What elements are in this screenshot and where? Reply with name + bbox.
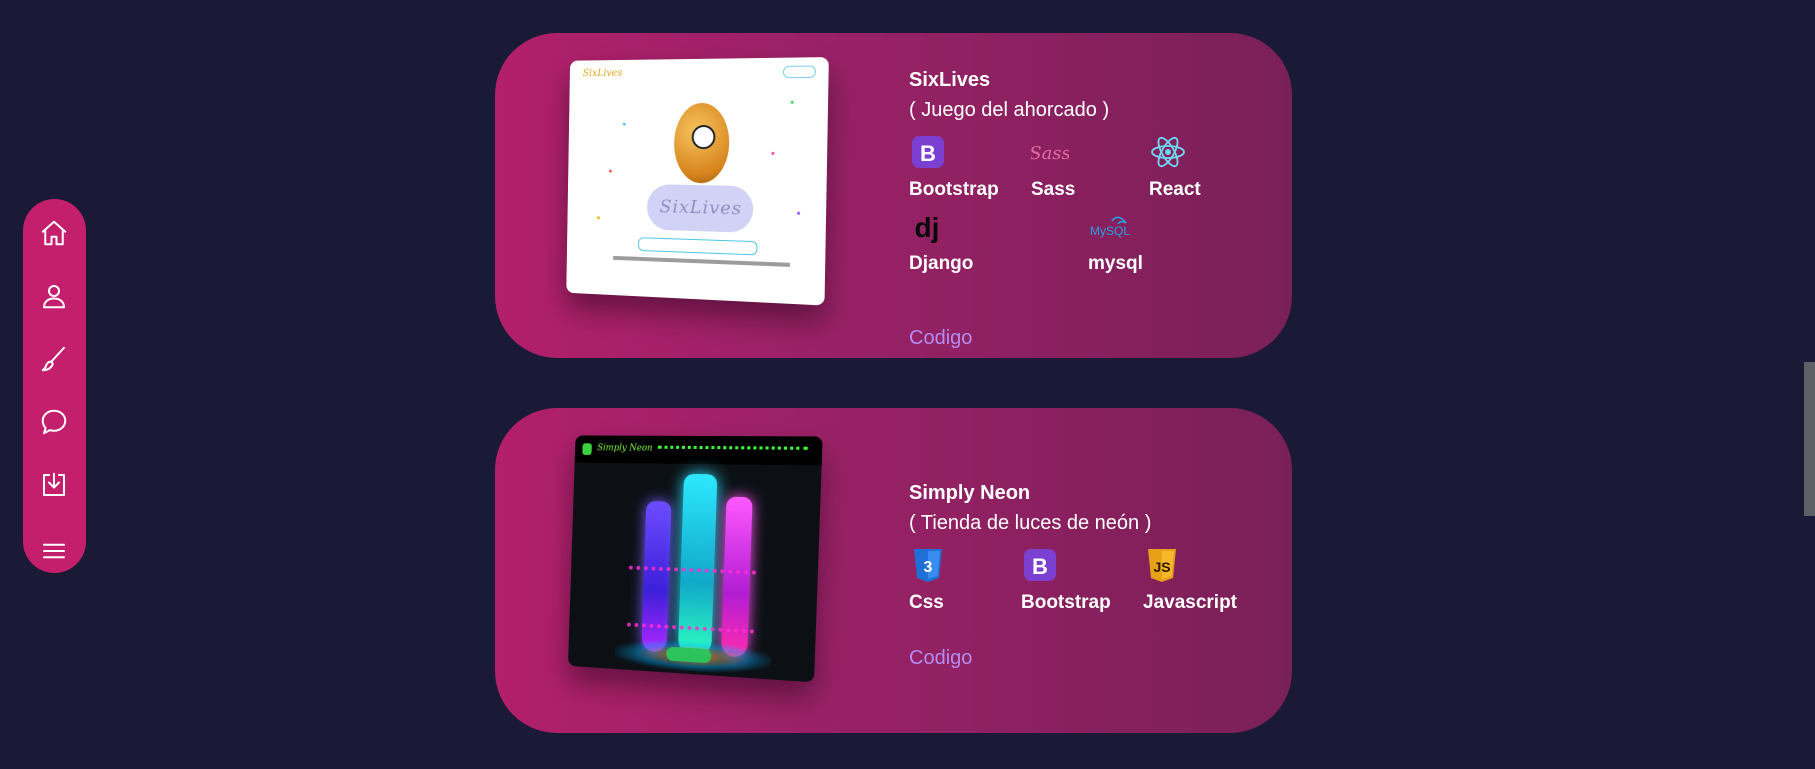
tech-stack: 3 Css B Bootstrap JS Javascript xyxy=(909,546,1289,626)
code-link[interactable]: Codigo xyxy=(909,647,972,670)
tech-item: MySQL mysql xyxy=(1088,207,1208,281)
svg-text:B: B xyxy=(1032,554,1048,579)
bootstrap-icon: B xyxy=(1024,549,1056,581)
preview-register-button xyxy=(666,646,712,664)
tech-stack: B Bootstrap Sass Sass React dj Django My… xyxy=(909,133,1289,283)
preview-nav-links xyxy=(657,445,808,453)
project-card: Simply Neon Simply Neon ( Tienda de luce… xyxy=(495,408,1292,733)
confetti-dot xyxy=(608,169,612,173)
nav-download-button[interactable] xyxy=(32,463,76,507)
preview-login-button xyxy=(782,65,817,79)
download-icon xyxy=(43,472,65,496)
project-title: Simply Neon xyxy=(909,482,1031,504)
tech-item: B Bootstrap xyxy=(909,133,1029,207)
code-link[interactable]: Codigo xyxy=(909,327,972,350)
preview-brand-text: Simply Neon xyxy=(597,443,653,454)
project-title: SixLives xyxy=(909,69,991,91)
preview-description xyxy=(613,255,790,267)
chat-icon xyxy=(41,409,67,435)
tech-item: B Bootstrap xyxy=(1021,546,1141,620)
confetti-dot xyxy=(622,122,626,126)
confetti-dot xyxy=(796,211,801,215)
scrollbar-thumb[interactable] xyxy=(1804,362,1815,516)
tech-item: 3 Css xyxy=(909,546,1029,620)
sass-icon: Sass xyxy=(1031,143,1069,164)
preview-headline xyxy=(626,565,757,634)
svg-text:B: B xyxy=(920,141,936,166)
confetti-dot xyxy=(790,100,794,104)
mysql-icon: MySQL xyxy=(1090,216,1130,238)
css3-icon: 3 xyxy=(914,549,942,582)
page-scrollbar[interactable] xyxy=(1803,0,1815,769)
svg-text:MySQL: MySQL xyxy=(1090,224,1130,238)
user-icon xyxy=(43,285,65,309)
home-icon xyxy=(41,220,67,246)
preview-logo-icon xyxy=(582,443,592,456)
svg-text:JS: JS xyxy=(1153,559,1170,575)
tech-name: Bootstrap xyxy=(1021,592,1111,613)
tech-name: React xyxy=(1149,179,1201,200)
tech-item: React xyxy=(1149,133,1269,207)
tech-name: Sass xyxy=(1031,179,1076,200)
nav-home-button[interactable] xyxy=(32,211,76,255)
svg-text:Sass: Sass xyxy=(1031,143,1069,164)
svg-text:dj: dj xyxy=(915,212,940,243)
confetti-dot xyxy=(596,216,600,220)
project-subtitle: ( Juego del ahorcado ) xyxy=(909,99,1110,121)
nav-projects-button[interactable] xyxy=(32,337,76,381)
django-icon: dj xyxy=(915,212,940,243)
preview-logo-text: SixLives xyxy=(582,67,623,79)
brush-icon xyxy=(41,346,65,372)
nav-about-button[interactable] xyxy=(32,274,76,318)
javascript-icon: JS xyxy=(1148,549,1176,582)
tech-name: mysql xyxy=(1088,253,1143,274)
bootstrap-icon: B xyxy=(912,136,944,168)
preview-play-button xyxy=(637,237,758,256)
project-preview-image[interactable]: Simply Neon xyxy=(567,435,823,683)
nav-contact-button[interactable] xyxy=(32,400,76,444)
nav-menu-button[interactable] xyxy=(32,529,76,573)
react-icon xyxy=(1151,136,1185,168)
tech-item: dj Django xyxy=(909,207,1029,281)
tech-name: Django xyxy=(909,253,974,274)
confetti-dot xyxy=(771,151,775,155)
project-card: SixLives SixLives SixLives ( Juego del a… xyxy=(495,33,1292,358)
sidebar-nav xyxy=(23,199,86,573)
tech-name: Css xyxy=(909,592,944,613)
menu-icon xyxy=(43,543,65,559)
preview-navbar: Simply Neon xyxy=(574,435,823,466)
tech-item: JS Javascript xyxy=(1143,546,1263,620)
tech-name: Javascript xyxy=(1143,592,1238,613)
skull-coin-image xyxy=(673,102,730,184)
tech-item: Sass Sass xyxy=(1031,133,1151,207)
project-preview-image[interactable]: SixLives SixLives xyxy=(566,57,829,306)
preview-title-text: SixLives xyxy=(659,196,743,220)
project-subtitle: ( Tienda de luces de neón ) xyxy=(909,512,1152,534)
svg-text:3: 3 xyxy=(924,559,933,576)
tech-name: Bootstrap xyxy=(909,179,999,200)
